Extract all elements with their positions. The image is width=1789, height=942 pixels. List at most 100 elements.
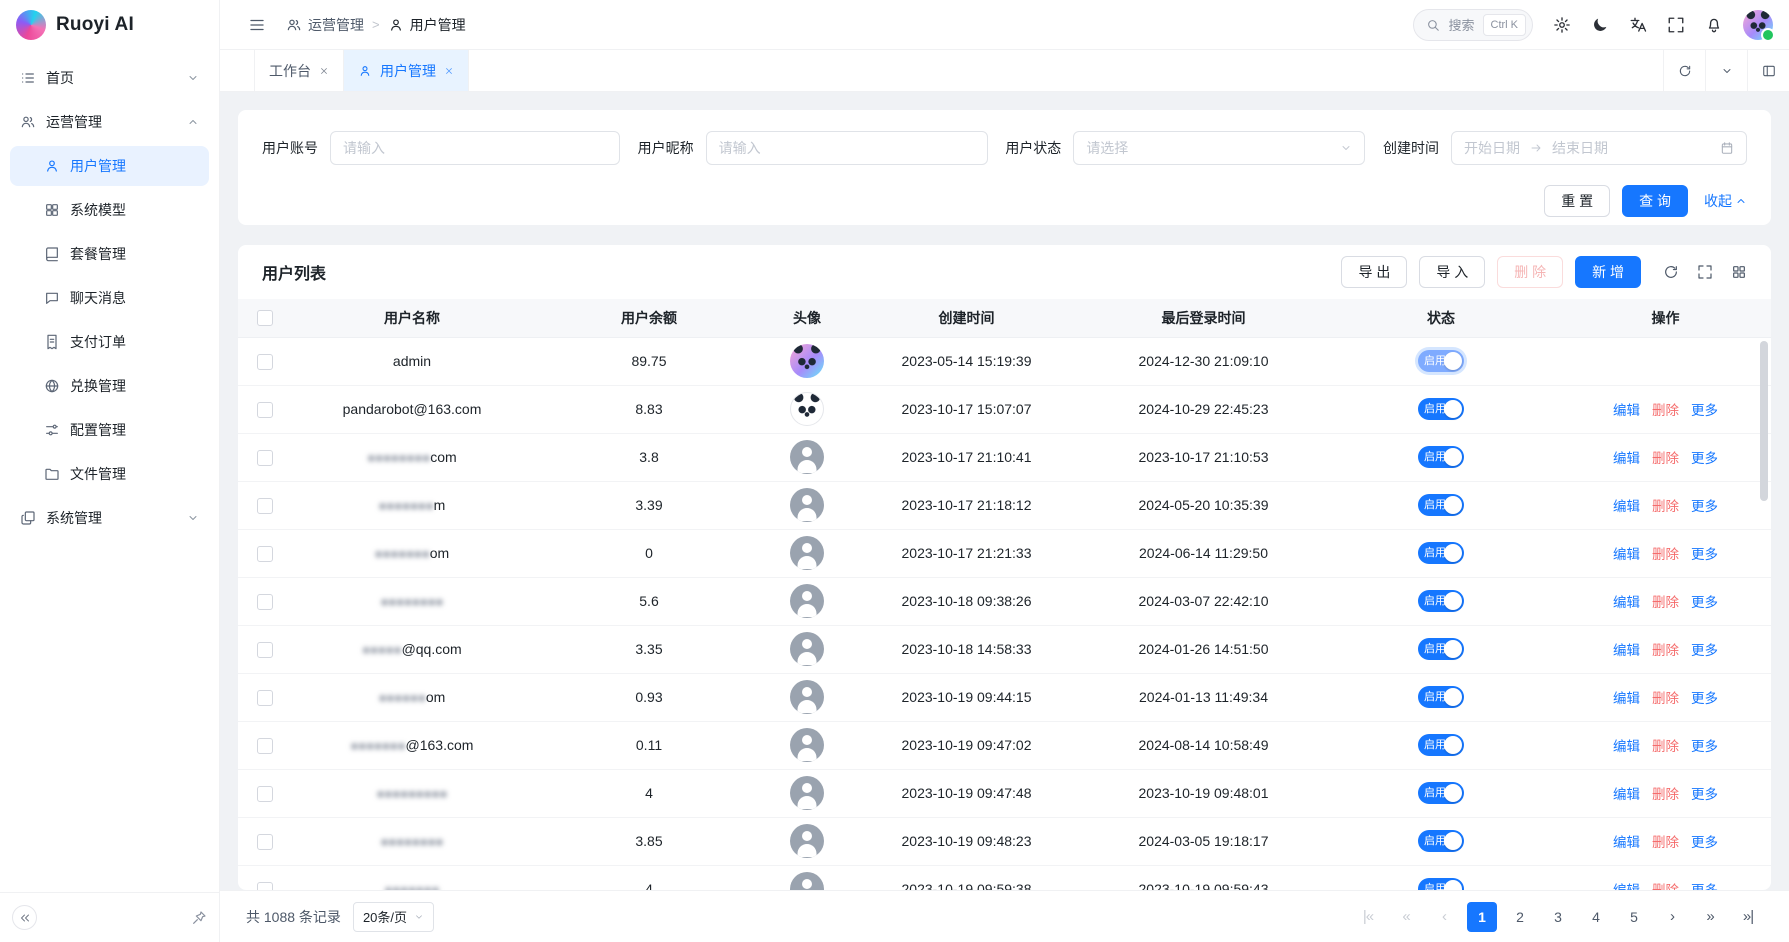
more-link[interactable]: 更多 xyxy=(1691,883,1718,890)
table-fullscreen-button[interactable] xyxy=(1697,264,1713,280)
delete-button[interactable]: 删 除 xyxy=(1497,256,1563,288)
more-link[interactable]: 更多 xyxy=(1691,499,1718,514)
sidebar-item-payment-orders[interactable]: 支付订单 xyxy=(10,322,209,362)
row-checkbox[interactable] xyxy=(257,642,273,658)
edit-link[interactable]: 编辑 xyxy=(1613,499,1640,514)
row-checkbox[interactable] xyxy=(257,354,273,370)
edit-link[interactable]: 编辑 xyxy=(1613,883,1640,890)
row-checkbox[interactable] xyxy=(257,594,273,610)
sidebar-item-exchange-management[interactable]: 兑换管理 xyxy=(10,366,209,406)
select-all-checkbox[interactable] xyxy=(257,310,273,326)
layout-toggle-button[interactable] xyxy=(1747,50,1789,91)
status-toggle[interactable]: 启用 xyxy=(1418,590,1464,612)
global-search[interactable]: 搜索 Ctrl K xyxy=(1413,9,1533,41)
status-toggle[interactable]: 启用 xyxy=(1418,398,1464,420)
row-checkbox[interactable] xyxy=(257,786,273,802)
edit-link[interactable]: 编辑 xyxy=(1613,739,1640,754)
breadcrumb-operations[interactable]: 运营管理 xyxy=(286,15,364,35)
table-refresh-button[interactable] xyxy=(1663,264,1679,280)
status-toggle[interactable]: 启用 xyxy=(1418,494,1464,516)
more-link[interactable]: 更多 xyxy=(1691,739,1718,754)
close-icon[interactable] xyxy=(319,66,329,76)
tabs-menu-button[interactable] xyxy=(1705,50,1747,91)
first-page-button[interactable]: |« xyxy=(1353,902,1383,932)
more-link[interactable]: 更多 xyxy=(1691,787,1718,802)
status-toggle[interactable]: 启用 xyxy=(1418,446,1464,468)
sidebar-item-system-management[interactable]: 系统管理 xyxy=(10,498,209,538)
delete-link[interactable]: 删除 xyxy=(1652,835,1679,850)
status-toggle[interactable]: 启用 xyxy=(1418,350,1464,372)
sidebar-item-system-model[interactable]: 系统模型 xyxy=(10,190,209,230)
edit-link[interactable]: 编辑 xyxy=(1613,835,1640,850)
status-toggle[interactable]: 启用 xyxy=(1418,830,1464,852)
status-toggle[interactable]: 启用 xyxy=(1418,782,1464,804)
sidebar-item-file-management[interactable]: 文件管理 xyxy=(10,454,209,494)
table-scrollbar[interactable] xyxy=(1760,341,1768,501)
row-checkbox[interactable] xyxy=(257,546,273,562)
export-button[interactable]: 导 出 xyxy=(1341,256,1407,288)
delete-link[interactable]: 删除 xyxy=(1652,883,1679,890)
more-link[interactable]: 更多 xyxy=(1691,691,1718,706)
delete-link[interactable]: 删除 xyxy=(1652,787,1679,802)
breadcrumb-user-management[interactable]: 用户管理 xyxy=(388,15,466,35)
status-toggle[interactable]: 启用 xyxy=(1418,638,1464,660)
add-button[interactable]: 新 增 xyxy=(1575,256,1641,288)
row-checkbox[interactable] xyxy=(257,690,273,706)
sidebar-collapse-button[interactable] xyxy=(12,905,37,930)
row-checkbox[interactable] xyxy=(257,450,273,466)
sidebar-item-user-management[interactable]: 用户管理 xyxy=(10,146,209,186)
edit-link[interactable]: 编辑 xyxy=(1613,595,1640,610)
page-button-5[interactable]: 5 xyxy=(1619,902,1649,932)
fullscreen-button[interactable] xyxy=(1659,8,1693,42)
row-checkbox[interactable] xyxy=(257,498,273,514)
tab-user-management[interactable]: 用户管理 xyxy=(344,50,469,91)
page-button-4[interactable]: 4 xyxy=(1581,902,1611,932)
close-icon[interactable] xyxy=(444,66,454,76)
next-pages-button[interactable]: » xyxy=(1695,902,1725,932)
page-button-3[interactable]: 3 xyxy=(1543,902,1573,932)
tab-workbench[interactable]: 工作台 xyxy=(254,50,344,91)
edit-link[interactable]: 编辑 xyxy=(1613,691,1640,706)
row-checkbox[interactable] xyxy=(257,738,273,754)
page-button-1[interactable]: 1 xyxy=(1467,902,1497,932)
delete-link[interactable]: 删除 xyxy=(1652,595,1679,610)
column-settings-button[interactable] xyxy=(1731,264,1747,280)
search-button[interactable]: 查 询 xyxy=(1622,185,1688,217)
more-link[interactable]: 更多 xyxy=(1691,403,1718,418)
prev-page-button[interactable]: ‹ xyxy=(1429,902,1459,932)
delete-link[interactable]: 删除 xyxy=(1652,739,1679,754)
language-button[interactable] xyxy=(1621,8,1655,42)
next-page-button[interactable]: › xyxy=(1657,902,1687,932)
date-range-picker[interactable]: 开始日期 结束日期 xyxy=(1451,131,1747,165)
sidebar-item-chat-messages[interactable]: 聊天消息 xyxy=(10,278,209,318)
last-page-button[interactable]: »| xyxy=(1733,902,1763,932)
row-checkbox[interactable] xyxy=(257,882,273,890)
more-link[interactable]: 更多 xyxy=(1691,451,1718,466)
prev-pages-button[interactable]: « xyxy=(1391,902,1421,932)
notifications-button[interactable] xyxy=(1697,8,1731,42)
edit-link[interactable]: 编辑 xyxy=(1613,547,1640,562)
edit-link[interactable]: 编辑 xyxy=(1613,787,1640,802)
delete-link[interactable]: 删除 xyxy=(1652,403,1679,418)
delete-link[interactable]: 删除 xyxy=(1652,691,1679,706)
row-checkbox[interactable] xyxy=(257,402,273,418)
status-toggle[interactable]: 启用 xyxy=(1418,878,1464,890)
more-link[interactable]: 更多 xyxy=(1691,835,1718,850)
collapse-filters-link[interactable]: 收起 xyxy=(1704,191,1747,211)
more-link[interactable]: 更多 xyxy=(1691,547,1718,562)
menu-toggle-icon[interactable] xyxy=(248,16,266,34)
edit-link[interactable]: 编辑 xyxy=(1613,643,1640,658)
delete-link[interactable]: 删除 xyxy=(1652,643,1679,658)
sidebar-item-config-management[interactable]: 配置管理 xyxy=(10,410,209,450)
sidebar-item-operations[interactable]: 运营管理 xyxy=(10,102,209,142)
nickname-input[interactable] xyxy=(706,131,988,165)
edit-link[interactable]: 编辑 xyxy=(1613,403,1640,418)
sidebar-item-home[interactable]: 首页 xyxy=(10,58,209,98)
sidebar-item-package-management[interactable]: 套餐管理 xyxy=(10,234,209,274)
user-avatar[interactable] xyxy=(1743,10,1773,40)
status-select[interactable]: 请选择 xyxy=(1073,131,1365,165)
status-toggle[interactable]: 启用 xyxy=(1418,734,1464,756)
page-size-select[interactable]: 20条/页 xyxy=(353,902,434,932)
more-link[interactable]: 更多 xyxy=(1691,643,1718,658)
page-button-2[interactable]: 2 xyxy=(1505,902,1535,932)
